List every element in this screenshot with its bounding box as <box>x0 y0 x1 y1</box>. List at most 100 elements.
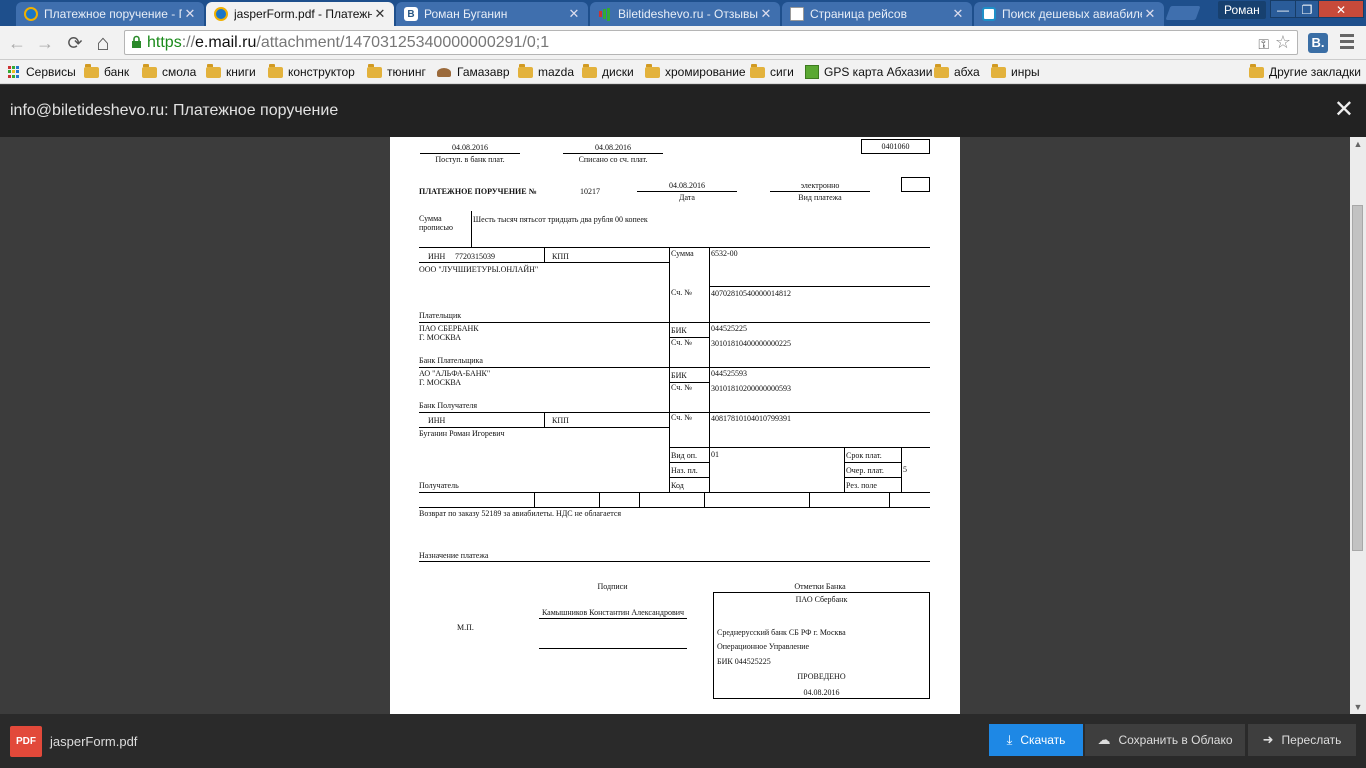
page-icon <box>790 7 804 21</box>
bookmark-folder[interactable]: хромирование <box>645 63 746 81</box>
bookmark-star-icon[interactable]: ☆ <box>1275 31 1291 54</box>
bookmark-gamazavr[interactable]: Гамазавр <box>437 63 510 81</box>
tab-title: Поиск дешевых авиабилет <box>1002 7 1142 21</box>
payer-bank-account: 30101810400000000225 <box>711 339 791 348</box>
scroll-down-icon[interactable]: ▼ <box>1350 702 1366 712</box>
date-received: 04.08.2016 <box>452 143 488 152</box>
bookmark-folder[interactable]: mazda <box>518 63 574 81</box>
label-signatures: Подписи <box>597 582 628 591</box>
tab-title: Страница рейсов <box>810 7 907 21</box>
label-payer-bik: БИК <box>671 326 687 335</box>
sum-in-words: Шесть тысяч пятьсот тридцать два рубля 0… <box>473 215 648 224</box>
scrollbar-thumb[interactable] <box>1352 205 1363 551</box>
label-received: Поступ. в банк плат. <box>435 155 505 164</box>
document-number: 10217 <box>580 187 600 196</box>
address-bar[interactable]: https://e.mail.ru/attachment/14703125340… <box>124 30 1298 55</box>
bookmark-folder[interactable]: сиги <box>750 63 794 81</box>
scroll-up-icon[interactable]: ▲ <box>1350 139 1366 149</box>
bookmark-services[interactable]: Сервисы <box>8 63 76 81</box>
label-op-type: Вид оп. <box>671 451 697 460</box>
reload-button[interactable]: ⟳ <box>64 32 86 54</box>
browser-titlebar: Платежное поручение - По ✕ jasperForm.pd… <box>0 0 1366 26</box>
label-payer-account: Сч. № <box>671 288 692 297</box>
forward-button[interactable]: → <box>34 32 56 54</box>
label-payee-inn: ИНН <box>428 416 446 425</box>
sum-amount: 6532-00 <box>711 249 738 258</box>
document-title: ПЛАТЕЖНОЕ ПОРУЧЕНИЕ № <box>419 187 537 196</box>
restore-button[interactable]: ❐ <box>1295 0 1319 18</box>
bookmark-folder[interactable]: банк <box>84 63 129 81</box>
close-window-button[interactable]: ✕ <box>1318 0 1364 18</box>
close-tab-icon[interactable]: ✕ <box>950 6 966 22</box>
close-tab-icon[interactable]: ✕ <box>182 6 198 22</box>
close-tab-icon[interactable]: ✕ <box>1142 6 1158 22</box>
bookmark-folder[interactable]: абха <box>934 63 980 81</box>
tab-jasperform[interactable]: jasperForm.pdf - Платежное ✕ <box>206 2 394 26</box>
label-payer-inn: ИНН <box>428 252 446 261</box>
folder-icon <box>518 63 533 78</box>
tab-biletideshevo-reviews[interactable]: Biletideshevo.ru - Отзывы о ✕ <box>590 2 780 26</box>
tab-roman-buganin[interactable]: В Роман Буганин ✕ <box>396 2 588 26</box>
payee-bank-account: 30101810200000000593 <box>711 384 791 393</box>
tab-title: jasperForm.pdf - Платежное <box>234 7 372 21</box>
profile-button[interactable]: Роман <box>1218 1 1266 19</box>
pdf-page: 04.08.2016 Поступ. в банк плат. 04.08.20… <box>390 137 960 714</box>
document-viewport[interactable]: 04.08.2016 Поступ. в банк плат. 04.08.20… <box>0 137 1366 714</box>
bookmark-folder[interactable]: инры <box>991 63 1040 81</box>
payer-bank-name: ПАО СБЕРБАНК <box>419 324 479 333</box>
close-tab-icon[interactable]: ✕ <box>758 6 774 22</box>
back-button[interactable]: ← <box>6 32 28 54</box>
close-viewer-icon[interactable]: ✕ <box>1334 95 1354 124</box>
minimize-button[interactable]: — <box>1270 0 1296 18</box>
bookmark-folder[interactable]: диски <box>582 63 634 81</box>
menu-icon[interactable] <box>1340 34 1354 52</box>
folder-icon <box>934 63 949 78</box>
label-order: Очер. плат. <box>846 466 884 475</box>
gamazavr-icon <box>437 67 451 77</box>
label-date: Дата <box>679 193 695 202</box>
label-sum-words: Сумма <box>419 214 442 223</box>
save-to-cloud-button[interactable]: ☁ Сохранить в Облако <box>1085 724 1245 756</box>
vertical-scrollbar[interactable]: ▲ ▼ <box>1350 137 1366 714</box>
label-payer: Плательщик <box>419 311 462 320</box>
tab-title: Платежное поручение - По <box>44 7 182 21</box>
bookmark-gps-map[interactable]: GPS карта Абхазии <box>805 63 932 81</box>
viewer-title: info@biletideshevo.ru: Платежное поручен… <box>10 102 339 119</box>
key-icon[interactable]: ⚿ <box>1258 33 1269 56</box>
vk-extension-icon[interactable]: B. <box>1308 33 1328 53</box>
bookmark-folder[interactable]: конструктор <box>268 63 355 81</box>
forward-button[interactable]: ➜ Переслать <box>1248 724 1356 756</box>
plane-icon <box>982 7 996 21</box>
label-purpose: Назначение платежа <box>419 551 489 560</box>
download-button[interactable]: ⤓ Скачать <box>989 724 1083 756</box>
folder-icon <box>142 63 157 78</box>
tab-cheap-flights-search[interactable]: Поиск дешевых авиабилет ✕ <box>974 2 1164 26</box>
tab-flights-page[interactable]: Страница рейсов ✕ <box>782 2 972 26</box>
payer-bank-city: Г. МОСКВА <box>419 333 461 342</box>
close-tab-icon[interactable]: ✕ <box>566 6 582 22</box>
tab-title: Роман Буганин <box>424 7 508 21</box>
payee-name: Буганин Роман Игоревич <box>419 429 505 438</box>
bookmark-folder[interactable]: книги <box>206 63 256 81</box>
label-payee-bank: Банк Получателя <box>419 401 478 410</box>
payee-bik: 044525593 <box>711 369 747 378</box>
bookmarks-bar: Сервисы банк смола книги конструктор тюн… <box>0 60 1366 84</box>
close-tab-icon[interactable]: ✕ <box>372 6 388 22</box>
payment-purpose: Возврат по заказу 52189 за авиабилеты. Н… <box>419 509 622 518</box>
op-type: 01 <box>711 450 719 459</box>
bookmark-folder[interactable]: смола <box>142 63 196 81</box>
gps-icon <box>805 65 819 79</box>
form-code: 0401060 <box>861 139 930 154</box>
other-bookmarks[interactable]: Другие закладки <box>1249 63 1361 81</box>
label-payment-type: Вид платежа <box>798 193 842 202</box>
tab-payment-order[interactable]: Платежное поручение - По ✕ <box>16 2 204 26</box>
folder-icon <box>268 63 283 78</box>
home-button[interactable]: ⌂ <box>92 32 114 54</box>
folder-icon <box>1249 63 1264 78</box>
bookmark-folder[interactable]: тюнинг <box>367 63 426 81</box>
folder-icon <box>367 63 382 78</box>
label-reserve: Рез. поле <box>846 481 877 490</box>
new-tab-button[interactable] <box>1165 6 1201 20</box>
cloud-icon: ☁ <box>1097 732 1111 747</box>
mail-ru-icon <box>24 7 38 21</box>
